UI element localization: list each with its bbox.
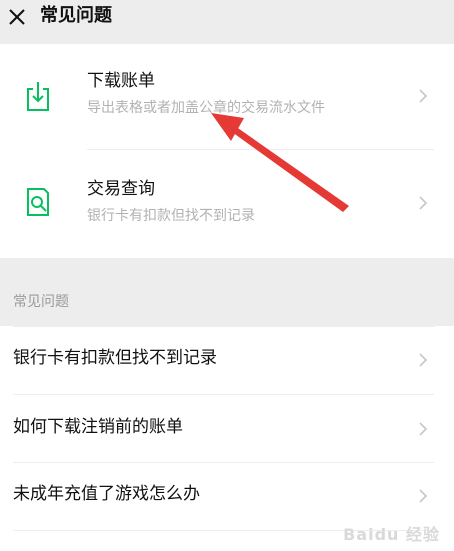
chevron-right-icon [419, 489, 428, 503]
download-bill-subtitle: 导出表格或者加盖公章的交易流水文件 [87, 100, 325, 116]
transaction-query-entry[interactable]: 交易查询 银行卡有扣款但找不到记录 [0, 150, 454, 256]
faq-item-label: 未成年充值了游戏怎么办 [13, 484, 200, 504]
search-document-icon [27, 188, 49, 216]
faq-item[interactable]: 银行卡有扣款但找不到记录 [0, 326, 454, 394]
chevron-right-icon [419, 89, 428, 103]
chevron-right-icon [419, 422, 428, 436]
transaction-query-title: 交易查询 [87, 179, 155, 199]
watermark: Baidu 经验 [343, 525, 440, 544]
quick-actions-card: 下载账单 导出表格或者加盖公章的交易流水文件 交易查询 银行卡有扣款但找不到记录 [0, 44, 454, 258]
faq-item[interactable]: 未成年充值了游戏怎么办 [0, 462, 454, 530]
download-bill-entry[interactable]: 下载账单 导出表格或者加盖公章的交易流水文件 [0, 44, 454, 150]
download-bill-title: 下载账单 [87, 71, 155, 91]
download-icon [27, 82, 49, 111]
faq-item[interactable]: 如何下载注销前的账单 [0, 394, 454, 462]
faq-item-label: 银行卡有扣款但找不到记录 [13, 348, 217, 368]
transaction-query-subtitle: 银行卡有扣款但找不到记录 [87, 208, 255, 224]
chevron-right-icon [419, 353, 428, 367]
chevron-right-icon [419, 196, 428, 210]
top-bar: 常见问题 [0, 0, 454, 40]
close-icon[interactable] [8, 8, 26, 26]
section-label: 常见问题 [13, 294, 69, 310]
page-title: 常见问题 [40, 5, 112, 26]
faq-item-label: 如何下载注销前的账单 [13, 417, 183, 437]
faq-list: 银行卡有扣款但找不到记录 如何下载注销前的账单 未成年充值了游戏怎么办 [0, 326, 454, 551]
